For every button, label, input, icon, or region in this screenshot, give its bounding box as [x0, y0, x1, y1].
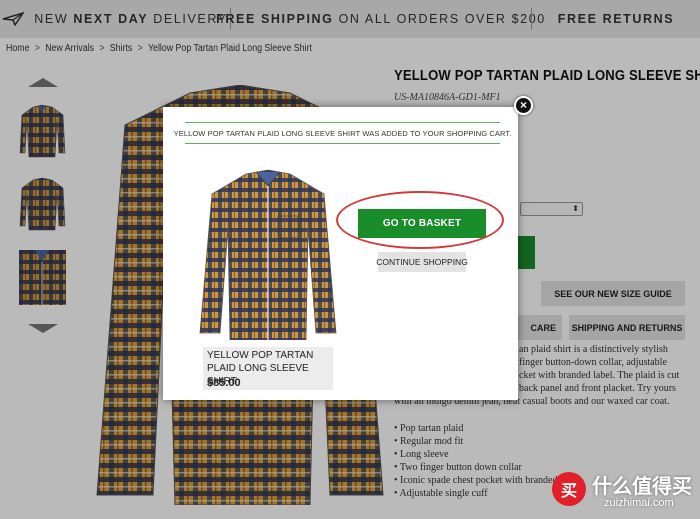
go-to-basket-button[interactable]: GO TO BASKET [358, 209, 486, 238]
modal-product-price: $85.00 [207, 377, 241, 389]
close-icon[interactable]: × [514, 96, 533, 115]
modal-product-image [199, 169, 337, 340]
continue-shopping-button[interactable]: CONTINUE SHOPPING [376, 252, 468, 272]
watermark-url: zuizhimai.com [604, 497, 674, 509]
added-to-cart-message: YELLOW POP TARTAN PLAID LONG SLEEVE SHIR… [174, 122, 511, 144]
watermark-logo-icon: 买 [552, 472, 586, 506]
watermark-title: 什么值得买 [592, 476, 692, 498]
